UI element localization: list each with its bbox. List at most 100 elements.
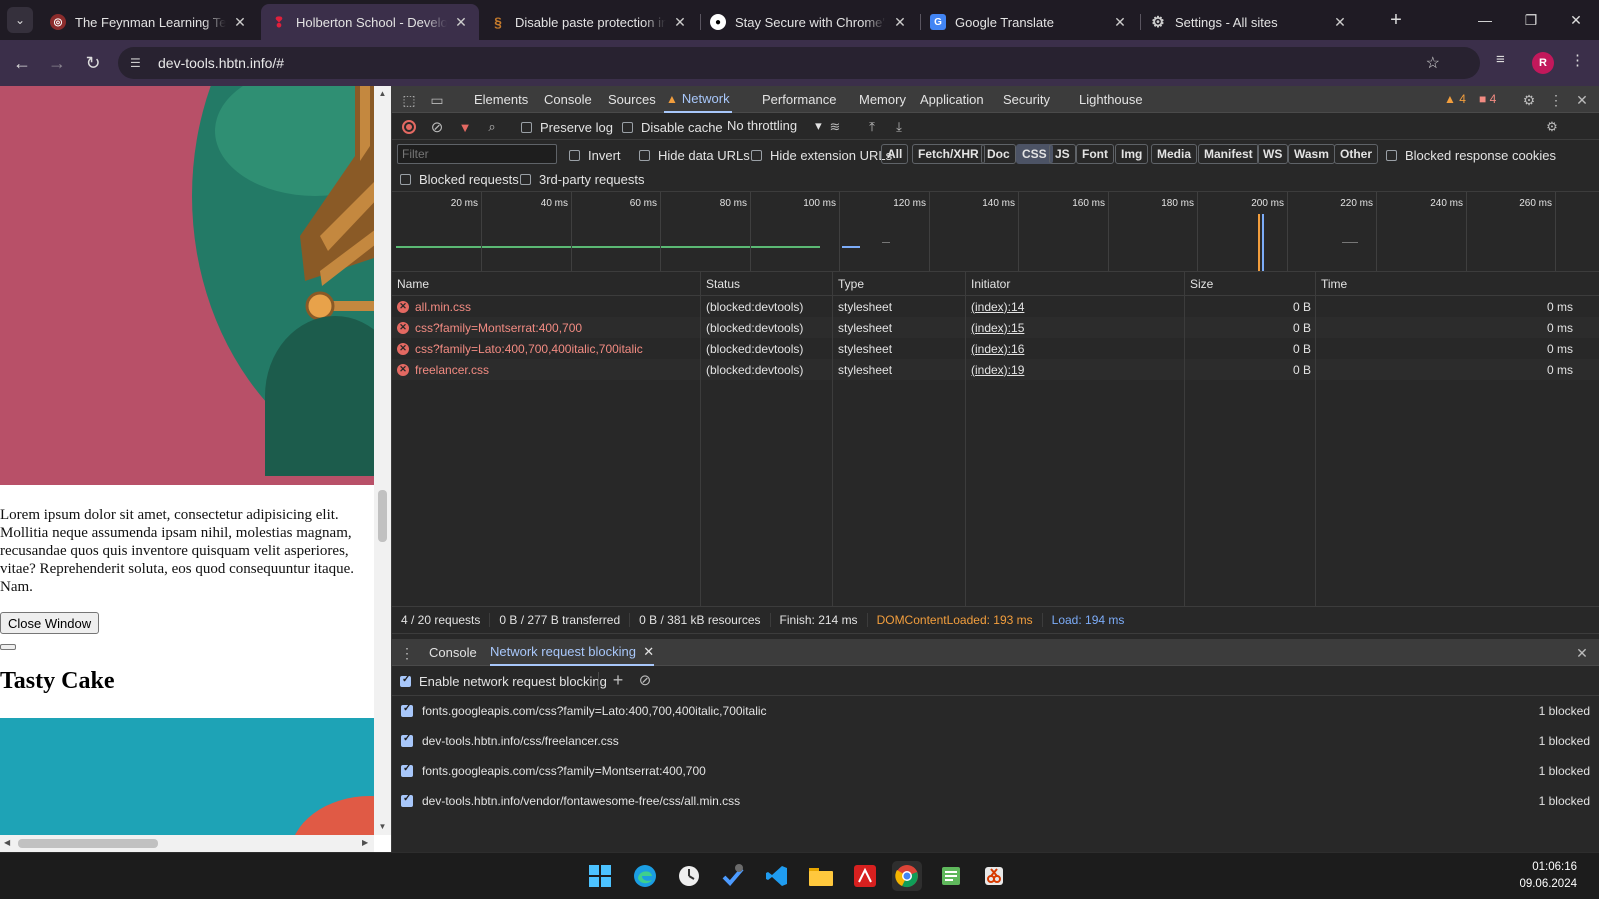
vpn-icon[interactable] (718, 861, 748, 891)
address-bar[interactable]: ☰ dev-tools.hbtn.info/# ☆ (118, 47, 1480, 79)
hide-extension-urls-checkbox[interactable]: Hide extension URLs (751, 148, 892, 163)
column-time[interactable]: Time (1316, 272, 1347, 296)
add-pattern-icon[interactable]: + (609, 670, 627, 690)
tab-console[interactable]: Console (542, 86, 594, 113)
column-name[interactable]: Name (392, 272, 429, 296)
type-chip-css[interactable]: CSS (1016, 144, 1053, 164)
request-name-cell[interactable]: ✕ css?family=Lato:400,700,400italic,700it… (392, 338, 643, 359)
drawer-tab-console[interactable]: Console (429, 639, 477, 666)
table-row[interactable]: ✕ freelancer.css (blocked:devtools) style… (392, 359, 1599, 380)
drawer-tab-network-request-blocking[interactable]: Network request blocking ✕ (490, 639, 655, 666)
device-toolbar-icon[interactable]: ▭ (428, 91, 446, 109)
close-devtools-icon[interactable]: ✕ (1573, 91, 1591, 109)
settings-gear-icon[interactable]: ⚙ (1520, 91, 1538, 109)
tab-sources[interactable]: Sources (606, 86, 658, 113)
new-tab-button[interactable]: + (1384, 8, 1408, 32)
tab-security[interactable]: Security (1001, 86, 1052, 113)
browser-tab[interactable]: ◎ The Feynman Learning Techni ✕ (40, 4, 258, 40)
request-initiator-link[interactable]: (index):14 (966, 296, 1024, 317)
column-divider[interactable] (700, 272, 701, 606)
column-status[interactable]: Status (701, 272, 740, 296)
browser-tab-active[interactable]: ❢ Holberton School - Develope ✕ (261, 4, 479, 40)
request-name-cell[interactable]: ✕ freelancer.css (392, 359, 489, 380)
tab-search-button[interactable]: ⌄ (7, 7, 33, 33)
third-party-requests-checkbox[interactable]: 3rd-party requests (520, 172, 645, 187)
table-row[interactable]: ✕ css?family=Montserrat:400,700 (blocked:… (392, 317, 1599, 338)
type-chip-all[interactable]: All (881, 144, 909, 164)
tab-application[interactable]: Application (918, 86, 986, 113)
network-settings-icon[interactable]: ⚙ (1543, 118, 1561, 136)
snipping-tool-icon[interactable] (979, 861, 1009, 891)
column-divider[interactable] (1315, 272, 1316, 606)
filter-input[interactable] (397, 144, 557, 164)
windows-start-icon[interactable] (585, 861, 615, 891)
disable-cache-checkbox[interactable]: Disable cache (622, 120, 723, 135)
blocking-pattern-row[interactable]: fonts.googleapis.com/css?family=Lato:400… (392, 696, 1599, 726)
scroll-thumb[interactable] (18, 839, 158, 848)
network-conditions-icon[interactable]: ≋ (826, 118, 844, 136)
minimize-button[interactable]: — (1462, 0, 1508, 40)
column-divider[interactable] (965, 272, 966, 606)
request-initiator-link[interactable]: (index):19 (966, 359, 1024, 380)
notepad-icon[interactable] (936, 861, 966, 891)
tab-network[interactable]: ▲ Network (664, 86, 732, 113)
close-tab-icon[interactable]: ✕ (892, 14, 908, 31)
forward-button[interactable]: → (44, 50, 70, 76)
blocking-pattern-row[interactable]: dev-tools.hbtn.info/css/freelancer.css 1… (392, 726, 1599, 756)
close-tab-icon[interactable]: ✕ (1332, 14, 1348, 31)
column-divider[interactable] (1184, 272, 1185, 606)
devtools-menu-icon[interactable]: ⋮ (1547, 91, 1565, 109)
type-chip-js[interactable]: JS (1049, 144, 1076, 164)
scroll-right-icon[interactable]: ▶ (362, 838, 368, 847)
request-initiator-link[interactable]: (index):15 (966, 317, 1024, 338)
network-overview-timeline[interactable]: 20 ms 40 ms 60 ms 80 ms 100 ms 120 ms 140 ms 16… (392, 192, 1599, 272)
column-size[interactable]: Size (1185, 272, 1213, 296)
column-type[interactable]: Type (833, 272, 864, 296)
close-tab-icon[interactable]: ✕ (1112, 14, 1128, 31)
type-chip-wasm[interactable]: Wasm (1288, 144, 1335, 164)
scroll-thumb[interactable] (378, 490, 387, 542)
browser-tab[interactable]: § Disable paste protection in C ✕ (480, 4, 698, 40)
record-button[interactable] (400, 118, 418, 136)
import-har-icon[interactable]: ⤒ (863, 118, 881, 136)
scroll-left-icon[interactable]: ◀ (4, 838, 10, 847)
request-name-cell[interactable]: ✕ css?family=Montserrat:400,700 (392, 317, 582, 338)
type-chip-manifest[interactable]: Manifest (1198, 144, 1259, 164)
blocking-pattern-row[interactable]: fonts.googleapis.com/css?family=Montserr… (392, 756, 1599, 786)
type-chip-font[interactable]: Font (1076, 144, 1114, 164)
bookmark-star-icon[interactable]: ☆ (1426, 53, 1440, 73)
edge-icon[interactable] (630, 861, 660, 891)
restore-button[interactable]: ❐ (1508, 0, 1554, 40)
browser-tab[interactable]: ⚙ Settings - All sites ✕ (1140, 4, 1358, 40)
browser-tab[interactable]: ● Stay Secure with Chrome's N ✕ (700, 4, 918, 40)
file-explorer-icon[interactable] (806, 861, 836, 891)
horizontal-scrollbar[interactable]: ◀ ▶ (0, 835, 374, 852)
scroll-up-icon[interactable]: ▲ (378, 89, 387, 98)
site-info-icon[interactable]: ☰ (130, 56, 146, 70)
reload-button[interactable]: ↻ (80, 50, 106, 76)
export-har-icon[interactable]: ⤓ (890, 118, 908, 136)
system-clock[interactable]: 01:06:16 09.06.2024 (1519, 859, 1577, 893)
clock-app-icon[interactable] (674, 861, 704, 891)
column-divider[interactable] (832, 272, 833, 606)
back-button[interactable]: ← (9, 50, 35, 76)
search-icon[interactable]: ⌕ (483, 118, 501, 136)
request-name-cell[interactable]: ✕ all.min.css (392, 296, 471, 317)
tab-lighthouse[interactable]: Lighthouse (1077, 86, 1145, 113)
vertical-scrollbar[interactable]: ▲ ▼ (374, 86, 391, 835)
chrome-icon[interactable] (892, 861, 922, 891)
close-window-page-button[interactable]: Close Window (0, 612, 100, 634)
type-chip-ws[interactable]: WS (1257, 144, 1289, 164)
enable-blocking-checkbox[interactable]: Enable network request blocking (400, 674, 607, 689)
type-chip-fetch-xhr[interactable]: Fetch/XHR (912, 144, 985, 164)
close-drawer-tab-icon[interactable]: ✕ (643, 644, 654, 660)
pattern-checkbox[interactable] (401, 793, 413, 807)
close-tab-icon[interactable]: ✕ (453, 14, 469, 31)
close-window-button[interactable]: ✕ (1553, 0, 1599, 40)
request-initiator-link[interactable]: (index):16 (966, 338, 1024, 359)
tab-elements[interactable]: Elements (472, 86, 530, 113)
url-text[interactable]: dev-tools.hbtn.info/# (158, 55, 284, 71)
throttling-select[interactable]: No throttling ▾ (727, 118, 822, 134)
drawer-menu-icon[interactable]: ⋮ (398, 644, 416, 662)
kebab-menu-icon[interactable]: ⋮ (1570, 51, 1585, 69)
